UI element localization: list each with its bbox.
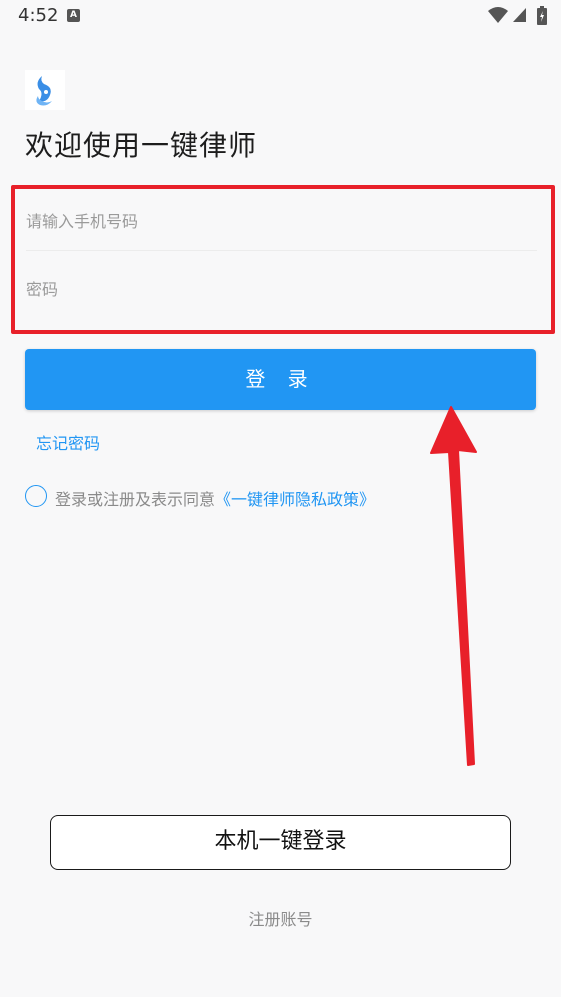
agree-radio-button[interactable] [25,485,47,507]
status-time: 4:52 [18,5,59,26]
forgot-password-link[interactable]: 忘记密码 [36,430,100,454]
agreement-text: 登录或注册及表示同意《一键律师隐私政策》 [55,486,375,510]
app-logo-icon [36,76,52,106]
agreement-prefix: 登录或注册及表示同意 [55,490,216,509]
wifi-icon [488,7,508,23]
app-logo [25,70,65,110]
signal-icon [513,8,526,22]
notification-a-icon: A [67,9,80,22]
login-form-highlight [11,185,555,334]
welcome-title: 欢迎使用一键律师 [25,129,258,162]
field-divider [26,250,537,251]
phone-input[interactable] [26,191,537,251]
battery-icon [537,6,547,25]
privacy-policy-link[interactable]: 《一键律师隐私政策》 [215,490,375,509]
one-click-login-button[interactable]: 本机一键登录 [50,815,511,870]
status-bar: 4:52 A [0,0,561,34]
login-button[interactable]: 登 录 [25,349,536,410]
register-account-link[interactable]: 注册账号 [0,906,561,930]
password-input[interactable] [26,259,537,319]
